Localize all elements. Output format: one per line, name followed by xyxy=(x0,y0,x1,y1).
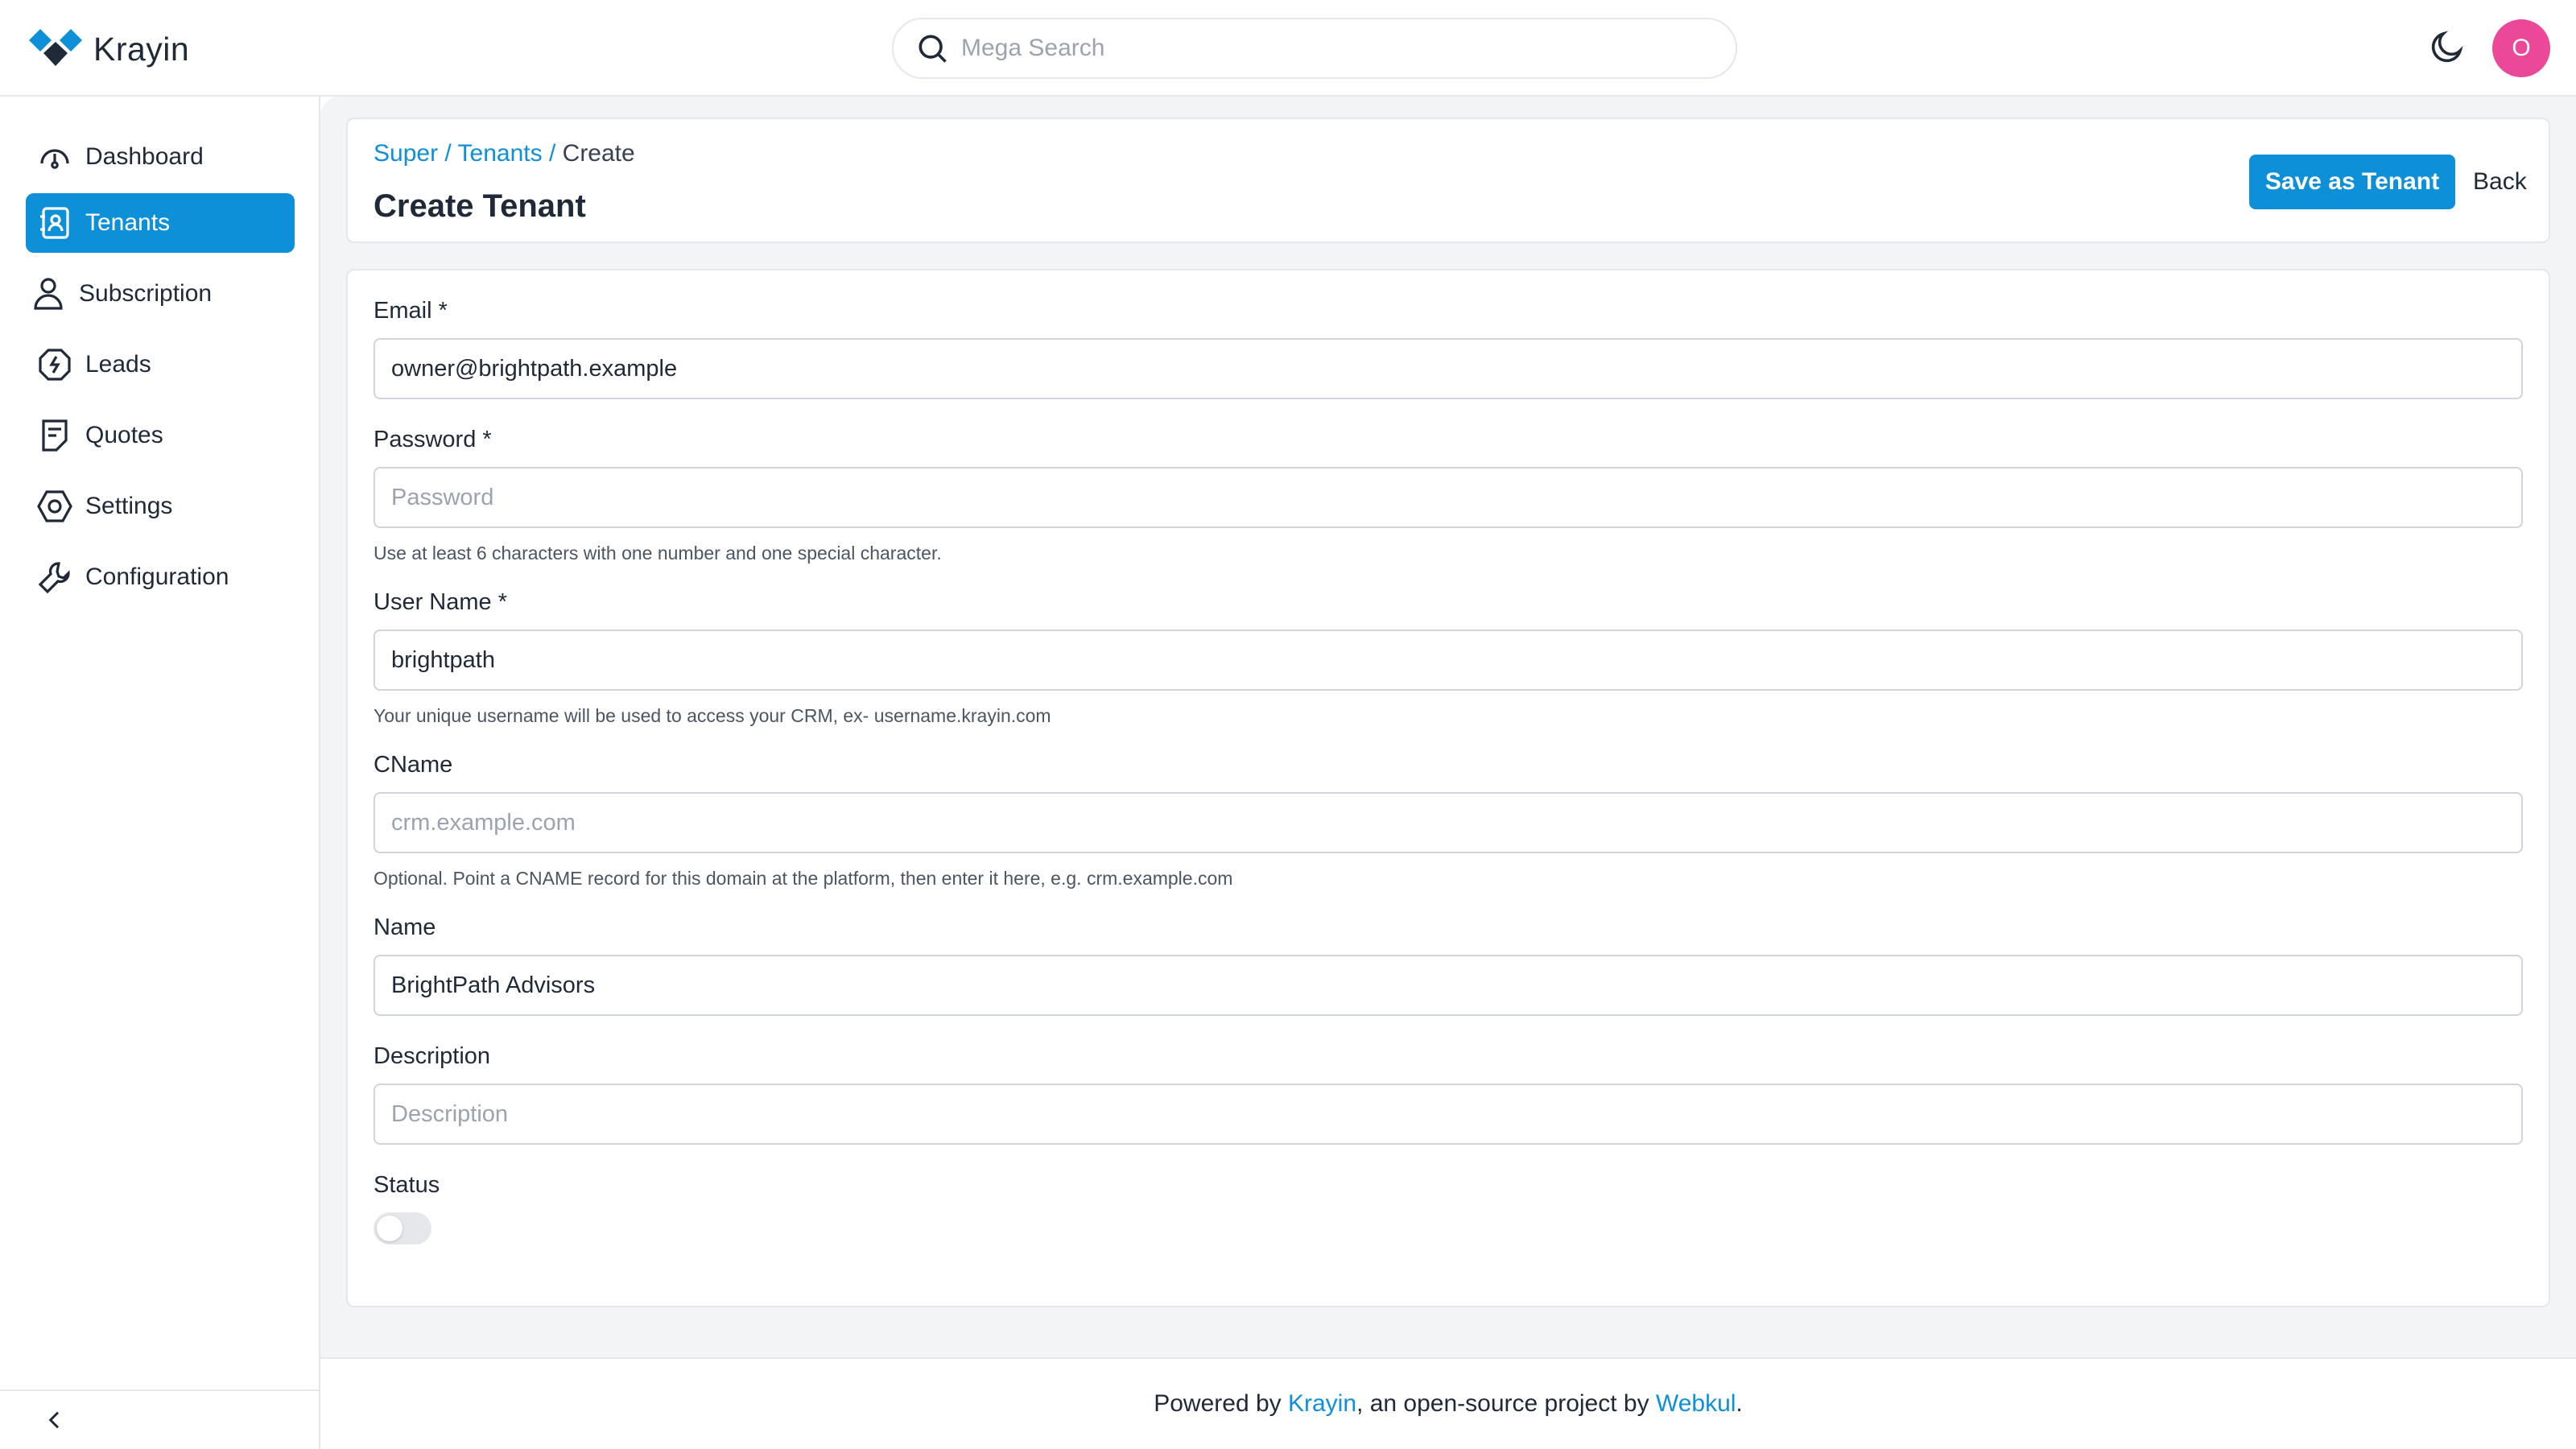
breadcrumb-current: Create xyxy=(562,140,635,167)
footer: Powered by Krayin, an open-source projec… xyxy=(320,1357,2576,1449)
dashboard-icon xyxy=(40,149,69,169)
description-field[interactable] xyxy=(374,1084,2523,1145)
sidebar-item-tenants[interactable]: Tenants xyxy=(26,193,295,253)
tenants-icon xyxy=(40,207,69,239)
name-field[interactable] xyxy=(374,955,2523,1016)
krayin-logo[interactable]: Krayin xyxy=(29,29,189,69)
sidebar-item-dashboard[interactable]: Dashboard xyxy=(26,127,295,187)
sidebar-item-quotes[interactable]: Quotes xyxy=(26,406,295,465)
password-label: Password * xyxy=(374,427,492,452)
sidebar-item-label: Subscription xyxy=(79,280,213,307)
username-field[interactable] xyxy=(374,630,2523,691)
mega-search-input[interactable] xyxy=(961,35,1686,62)
footer-suffix: . xyxy=(1736,1390,1743,1417)
moon-icon[interactable] xyxy=(2428,27,2467,66)
username-label: User Name * xyxy=(374,589,507,615)
search-icon xyxy=(919,35,947,63)
settings-icon xyxy=(37,490,72,522)
breadcrumb-tenants[interactable]: Tenants xyxy=(458,140,543,167)
user-avatar[interactable]: O xyxy=(2492,19,2550,77)
cname-field[interactable] xyxy=(374,792,2523,853)
sidebar: Dashboard Tenants Subscription Leads Quo… xyxy=(0,97,320,1449)
status-toggle[interactable] xyxy=(374,1212,431,1245)
sidebar-collapse-button[interactable] xyxy=(0,1389,320,1449)
top-header: Krayin O xyxy=(0,0,2576,97)
sidebar-item-subscription[interactable]: Subscription xyxy=(26,264,295,324)
description-label: Description xyxy=(374,1043,491,1069)
cname-hint: Optional. Point a CNAME record for this … xyxy=(374,868,1233,889)
quotes-icon xyxy=(42,419,68,452)
user-icon xyxy=(34,278,63,310)
sidebar-item-label: Quotes xyxy=(85,422,163,448)
logo-text: Krayin xyxy=(93,30,190,68)
footer-krayin-link[interactable]: Krayin xyxy=(1288,1390,1356,1418)
chevron-left-icon xyxy=(48,1411,60,1429)
footer-middle: , an open-source project by xyxy=(1356,1390,1656,1417)
footer-webkul-link[interactable]: Webkul xyxy=(1656,1390,1736,1418)
sidebar-item-leads[interactable]: Leads xyxy=(26,335,295,394)
footer-prefix: Powered by xyxy=(1154,1390,1288,1417)
cname-label: CName xyxy=(374,752,453,778)
password-hint: Use at least 6 characters with one numbe… xyxy=(374,543,942,564)
leads-icon xyxy=(39,349,71,381)
wrench-icon xyxy=(38,562,70,594)
breadcrumb-separator: / xyxy=(548,140,556,167)
main-content: Super / Tenants / Create Create Tenant S… xyxy=(320,97,2576,1357)
sidebar-item-label: Dashboard xyxy=(85,143,204,170)
sidebar-item-label: Leads xyxy=(85,351,151,378)
breadcrumb-separator: / xyxy=(444,140,452,167)
sidebar-item-label: Tenants xyxy=(85,209,171,236)
sidebar-item-label: Configuration xyxy=(85,564,229,590)
sidebar-item-label: Settings xyxy=(85,493,173,519)
name-label: Name xyxy=(374,914,436,940)
sidebar-item-configuration[interactable]: Configuration xyxy=(26,547,295,607)
status-toggle-knob xyxy=(377,1216,402,1241)
page-title: Create Tenant xyxy=(374,188,586,224)
save-as-tenant-button[interactable]: Save as Tenant xyxy=(2249,155,2455,209)
breadcrumb-super[interactable]: Super xyxy=(374,140,438,167)
email-field[interactable] xyxy=(374,338,2523,399)
mega-search-bar[interactable] xyxy=(892,18,1737,79)
username-hint: Your unique username will be used to acc… xyxy=(374,705,1051,726)
status-label: Status xyxy=(374,1172,440,1198)
breadcrumb: Super / Tenants / Create xyxy=(374,140,635,167)
email-label: Email * xyxy=(374,298,448,324)
sidebar-item-settings[interactable]: Settings xyxy=(26,477,295,536)
back-button[interactable]: Back xyxy=(2473,155,2527,209)
tenant-form-card: Email * Password * Use at least 6 charac… xyxy=(346,269,2550,1307)
password-field[interactable] xyxy=(374,467,2523,528)
page-header-card: Super / Tenants / Create Create Tenant S… xyxy=(346,118,2550,243)
krayin-logo-icon xyxy=(29,29,82,66)
